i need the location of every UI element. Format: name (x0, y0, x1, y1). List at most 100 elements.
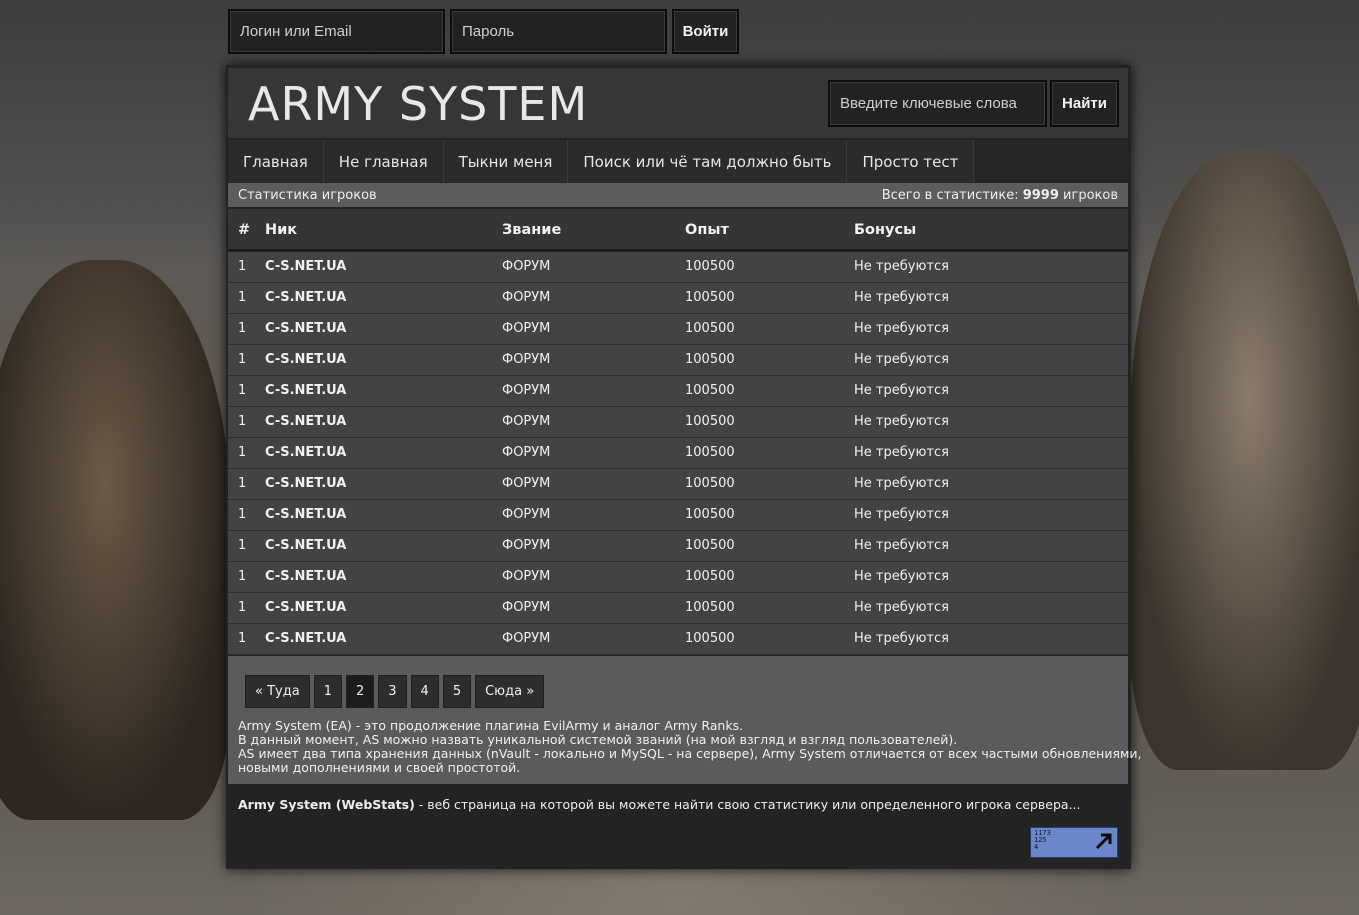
stats-total-prefix: Всего в статистике: (881, 187, 1019, 203)
main-nav: Главная Не главная Тыкни меня Поиск или … (228, 140, 1128, 184)
table-row[interactable]: 1 C-S.NET.UA ФОРУМ 100500 Не требуются (228, 407, 1128, 438)
site-header: ARMY SYSTEM Введите ключевые слова Найти (228, 68, 1128, 138)
table-row[interactable]: 1 C-S.NET.UA ФОРУМ 100500 Не требуются (228, 252, 1128, 283)
row-nick[interactable]: C-S.NET.UA (265, 624, 346, 654)
table-row[interactable]: 1 C-S.NET.UA ФОРУМ 100500 Не требуются (228, 500, 1128, 531)
table-row[interactable]: 1 C-S.NET.UA ФОРУМ 100500 Не требуются (228, 593, 1128, 624)
row-bonus: Не требуются (854, 321, 949, 336)
pagination-page-4[interactable]: 4 (410, 675, 439, 708)
row-num: 1 (238, 352, 247, 367)
row-bonus: Не требуются (854, 414, 949, 429)
row-xp: 100500 (685, 414, 735, 429)
stats-total-suffix: игроков (1063, 187, 1118, 203)
pagination-page-5[interactable]: 5 (442, 675, 472, 708)
about-line: новыми дополнениями и своей простотой. (238, 760, 521, 775)
table-row[interactable]: 1 C-S.NET.UA ФОРУМ 100500 Не требуются (228, 376, 1128, 407)
arrow-up-right-icon (1095, 833, 1112, 850)
background-soldier-right (1130, 150, 1359, 770)
row-xp: 100500 (685, 476, 735, 491)
row-bonus: Не требуются (854, 476, 949, 491)
site-logo[interactable]: ARMY SYSTEM (248, 78, 588, 130)
row-bonus: Не требуются (854, 352, 949, 367)
row-nick[interactable]: C-S.NET.UA (265, 500, 346, 530)
row-rank: ФОРУМ (502, 631, 551, 646)
header-rank[interactable]: Звание (502, 209, 561, 251)
row-xp: 100500 (685, 383, 735, 398)
row-xp: 100500 (685, 507, 735, 522)
pagination-page-1[interactable]: 1 (313, 675, 342, 708)
row-nick[interactable]: C-S.NET.UA (265, 345, 346, 375)
nav-item-search[interactable]: Поиск или чё там должно быть (568, 140, 848, 184)
pagination-next[interactable]: Сюда » (475, 675, 545, 708)
about-line: В данный момент, AS можно назвать уникал… (238, 732, 958, 747)
row-num: 1 (238, 445, 247, 460)
row-bonus: Не требуются (854, 259, 949, 274)
row-nick[interactable]: C-S.NET.UA (265, 593, 346, 623)
row-nick[interactable]: C-S.NET.UA (265, 531, 346, 561)
pagination: « Туда 1 2 3 4 5 Сюда » (245, 675, 545, 708)
row-bonus: Не требуются (854, 569, 949, 584)
table-row[interactable]: 1 C-S.NET.UA ФОРУМ 100500 Не требуются (228, 345, 1128, 376)
table-row[interactable]: 1 C-S.NET.UA ФОРУМ 100500 Не требуются (228, 531, 1128, 562)
pagination-page-3[interactable]: 3 (378, 675, 407, 708)
header-bonus[interactable]: Бонусы (854, 209, 916, 251)
search-input[interactable]: Введите ключевые слова (828, 80, 1047, 127)
row-nick[interactable]: C-S.NET.UA (265, 469, 346, 499)
search-button[interactable]: Найти (1050, 80, 1119, 127)
row-num: 1 (238, 476, 247, 491)
row-nick[interactable]: C-S.NET.UA (265, 314, 346, 344)
row-num: 1 (238, 414, 247, 429)
footer-description: - веб страница на которой вы можете найт… (414, 797, 1081, 812)
row-nick[interactable]: C-S.NET.UA (265, 376, 346, 406)
password-placeholder: Пароль (462, 23, 515, 40)
header-nick[interactable]: Ник (265, 209, 297, 251)
row-rank: ФОРУМ (502, 414, 551, 429)
nav-item-test[interactable]: Просто тест (847, 140, 975, 184)
row-bonus: Не требуются (854, 631, 949, 646)
login-email-input[interactable]: Логин или Email (228, 9, 445, 54)
nav-item-home[interactable]: Главная (228, 140, 324, 184)
header-xp[interactable]: Опыт (685, 209, 729, 251)
stats-title: Статистика игроков (238, 187, 377, 203)
row-xp: 100500 (685, 445, 735, 460)
stats-total-count: 9999 (1022, 187, 1059, 203)
row-nick[interactable]: C-S.NET.UA (265, 562, 346, 592)
nav-item-click-me[interactable]: Тыкни меня (443, 140, 569, 184)
table-body: 1 C-S.NET.UA ФОРУМ 100500 Не требуются 1 C-S.N… (228, 252, 1128, 655)
row-xp: 100500 (685, 321, 735, 336)
table-row[interactable]: 1 C-S.NET.UA ФОРУМ 100500 Не требуются (228, 283, 1128, 314)
row-nick[interactable]: C-S.NET.UA (265, 407, 346, 437)
pagination-prev[interactable]: « Туда (245, 675, 310, 708)
row-num: 1 (238, 538, 247, 553)
about-line: Army System (EA) - это продолжение плаги… (238, 718, 744, 733)
row-num: 1 (238, 321, 247, 336)
login-button[interactable]: Войти (672, 9, 739, 54)
stats-total: Всего в статистике: 9999 игроков (882, 188, 1118, 203)
row-num: 1 (238, 259, 247, 274)
row-xp: 100500 (685, 259, 735, 274)
row-nick[interactable]: C-S.NET.UA (265, 283, 346, 313)
about-text: Army System (EA) - это продолжение плаги… (238, 718, 1142, 775)
table-row[interactable]: 1 C-S.NET.UA ФОРУМ 100500 Не требуются (228, 438, 1128, 469)
table-row[interactable]: 1 C-S.NET.UA ФОРУМ 100500 Не требуются (228, 624, 1128, 655)
nav-item-not-home[interactable]: Не главная (323, 140, 444, 184)
table-row[interactable]: 1 C-S.NET.UA ФОРУМ 100500 Не требуются (228, 314, 1128, 345)
row-rank: ФОРУМ (502, 259, 551, 274)
password-input[interactable]: Пароль (450, 9, 667, 54)
row-num: 1 (238, 507, 247, 522)
row-nick[interactable]: C-S.NET.UA (265, 252, 346, 282)
table-row[interactable]: 1 C-S.NET.UA ФОРУМ 100500 Не требуются (228, 469, 1128, 500)
visit-counter[interactable]: 1173 125 4 (1030, 827, 1118, 858)
row-rank: ФОРУМ (502, 352, 551, 367)
row-nick[interactable]: C-S.NET.UA (265, 438, 346, 468)
stats-bar: Статистика игроков Всего в статистике: 9… (228, 183, 1128, 207)
row-rank: ФОРУМ (502, 321, 551, 336)
row-bonus: Не требуются (854, 507, 949, 522)
table-row[interactable]: 1 C-S.NET.UA ФОРУМ 100500 Не требуются (228, 562, 1128, 593)
row-xp: 100500 (685, 569, 735, 584)
row-rank: ФОРУМ (502, 507, 551, 522)
pagination-page-2[interactable]: 2 (345, 675, 375, 708)
row-num: 1 (238, 631, 247, 646)
header-num[interactable]: # (238, 209, 250, 251)
row-xp: 100500 (685, 290, 735, 305)
